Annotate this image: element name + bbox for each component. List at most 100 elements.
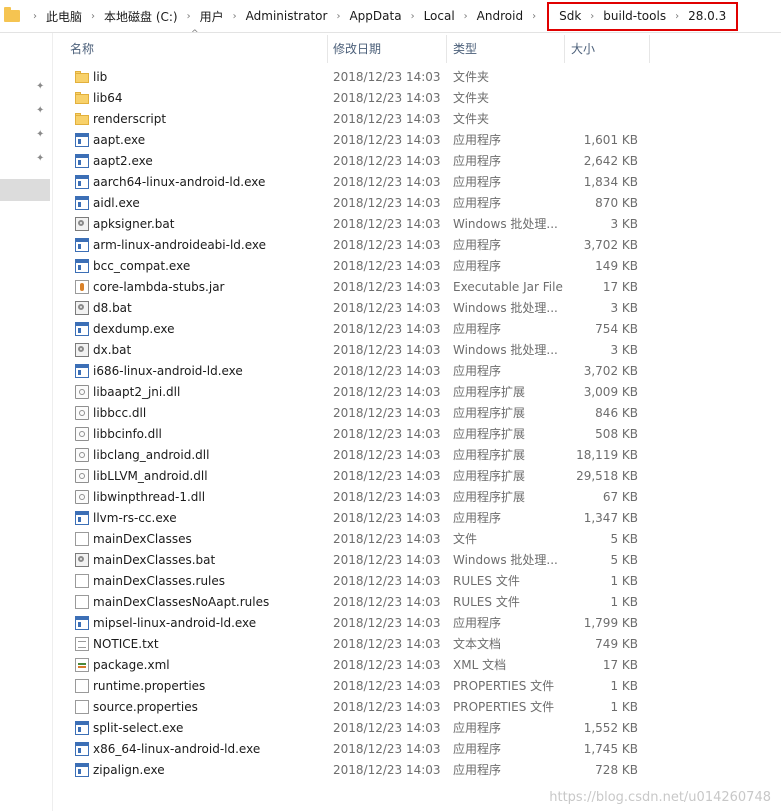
file-size: 1 KB: [610, 679, 638, 693]
file-row[interactable]: aapt.exe 2018/12/23 14:03 应用程序 1,601 KB: [53, 130, 781, 151]
breadcrumb-item[interactable]: Android: [477, 9, 523, 23]
chevron-right-icon[interactable]: ›: [402, 11, 424, 22]
column-type-header[interactable]: 类型: [447, 35, 565, 63]
chevron-right-icon[interactable]: ›: [666, 11, 688, 22]
file-row[interactable]: arm-linux-androideabi-ld.exe 2018/12/23 1…: [53, 235, 781, 256]
file-modified-date: 2018/12/23 14:03: [333, 742, 441, 756]
file-name: mipsel-linux-android-ld.exe: [93, 616, 257, 630]
chevron-right-icon[interactable]: ›: [224, 11, 246, 22]
breadcrumb-item[interactable]: build-tools: [603, 9, 666, 23]
file-size: 1,601 KB: [583, 133, 638, 147]
file-row[interactable]: NOTICE.txt 2018/12/23 14:03 文本文档 749 KB: [53, 634, 781, 655]
file-row[interactable]: libclang_android.dll 2018/12/23 14:03 应用程序…: [53, 445, 781, 466]
file-row[interactable]: mainDexClasses 2018/12/23 14:03 文件 5 KB: [53, 529, 781, 550]
file-row[interactable]: libwinpthread-1.dll 2018/12/23 14:03 应用程序扩…: [53, 487, 781, 508]
file-row[interactable]: mipsel-linux-android-ld.exe 2018/12/23 14…: [53, 613, 781, 634]
file-size: 5 KB: [610, 553, 638, 567]
file-row[interactable]: split-select.exe 2018/12/23 14:03 应用程序 1,55…: [53, 718, 781, 739]
file-type: 应用程序扩展: [453, 427, 526, 441]
breadcrumb-item[interactable]: Sdk: [551, 9, 581, 23]
folder-icon: [75, 112, 89, 126]
file-type: Executable Jar File: [453, 280, 563, 294]
file-type: 应用程序: [453, 196, 502, 210]
breadcrumb-item[interactable]: 28.0.3: [688, 9, 726, 23]
file-row[interactable]: i686-linux-android-ld.exe 2018/12/23 14:0…: [53, 361, 781, 382]
chevron-right-icon[interactable]: ›: [523, 11, 545, 22]
file-icon: [75, 595, 89, 609]
breadcrumb-item[interactable]: Local: [424, 9, 455, 23]
file-row[interactable]: runtime.properties 2018/12/23 14:03 PROPER…: [53, 676, 781, 697]
chevron-right-icon[interactable]: ›: [82, 11, 104, 22]
file-type: 应用程序: [453, 133, 502, 147]
breadcrumb-item[interactable]: 此电脑: [46, 8, 82, 25]
exe-icon: [75, 364, 89, 378]
breadcrumb-item[interactable]: Administrator: [246, 9, 328, 23]
column-date-header[interactable]: 修改日期: [327, 35, 447, 63]
file-modified-date: 2018/12/23 14:03: [333, 721, 441, 735]
file-icon: [75, 700, 89, 714]
file-size: 18,119 KB: [576, 448, 638, 462]
file-type: 应用程序扩展: [453, 469, 526, 483]
file-row[interactable]: mainDexClassesNoAapt.rules 2018/12/23 14:…: [53, 592, 781, 613]
file-size: 1,552 KB: [583, 721, 638, 735]
dll-icon: [75, 406, 89, 420]
file-row[interactable]: x86_64-linux-android-ld.exe 2018/12/23 14…: [53, 739, 781, 760]
file-row[interactable]: libbcc.dll 2018/12/23 14:03 应用程序扩展 846 KB: [53, 403, 781, 424]
file-name: libwinpthread-1.dll: [93, 490, 206, 504]
file-row[interactable]: lib 2018/12/23 14:03 文件夹: [53, 67, 781, 88]
chevron-right-icon[interactable]: ›: [178, 11, 200, 22]
file-row[interactable]: bcc_compat.exe 2018/12/23 14:03 应用程序 149 KB: [53, 256, 781, 277]
folder-icon: [75, 70, 89, 84]
xml-icon: [75, 658, 89, 672]
pin-icon[interactable]: ✦: [36, 105, 44, 116]
breadcrumb-item[interactable]: AppData: [349, 9, 401, 23]
column-name-header[interactable]: 名称: [64, 35, 328, 63]
file-size: 1,347 KB: [583, 511, 638, 525]
file-size: 29,518 KB: [576, 469, 638, 483]
file-size: 2,642 KB: [583, 154, 638, 168]
file-row[interactable]: lib64 2018/12/23 14:03 文件夹: [53, 88, 781, 109]
file-row[interactable]: core-lambda-stubs.jar 2018/12/23 14:03 Exe…: [53, 277, 781, 298]
exe-icon: [75, 154, 89, 168]
file-row[interactable]: aidl.exe 2018/12/23 14:03 应用程序 870 KB: [53, 193, 781, 214]
pin-icon[interactable]: ✦: [36, 153, 44, 164]
file-name: dexdump.exe: [93, 322, 175, 336]
address-bar[interactable]: › 此电脑 › 本地磁盘 (C:) › 用户 › Administrator › AppData ›…: [0, 0, 781, 33]
file-size: 17 KB: [602, 658, 638, 672]
chevron-right-icon[interactable]: ›: [24, 11, 46, 22]
file-row[interactable]: source.properties 2018/12/23 14:03 PROPERT…: [53, 697, 781, 718]
selected-nav-item[interactable]: [0, 179, 50, 201]
breadcrumb-item[interactable]: 本地磁盘 (C:): [104, 8, 178, 25]
file-type: 文件夹: [453, 70, 490, 84]
file-row[interactable]: aarch64-linux-android-ld.exe 2018/12/23 1…: [53, 172, 781, 193]
file-row[interactable]: mainDexClasses.rules 2018/12/23 14:03 RULE…: [53, 571, 781, 592]
column-size-header[interactable]: 大小: [565, 35, 650, 63]
file-row[interactable]: libaapt2_jni.dll 2018/12/23 14:03 应用程序扩展 3,…: [53, 382, 781, 403]
file-row[interactable]: apksigner.bat 2018/12/23 14:03 Windows 批处理…: [53, 214, 781, 235]
file-row[interactable]: libLLVM_android.dll 2018/12/23 14:03 应用程序扩…: [53, 466, 781, 487]
file-row[interactable]: d8.bat 2018/12/23 14:03 Windows 批处理... 3 KB: [53, 298, 781, 319]
watermark-text: https://blog.csdn.net/u014260748: [549, 790, 771, 805]
txt-icon: [75, 637, 89, 651]
file-row[interactable]: renderscript 2018/12/23 14:03 文件夹: [53, 109, 781, 130]
exe-icon: [75, 175, 89, 189]
file-row[interactable]: llvm-rs-cc.exe 2018/12/23 14:03 应用程序 1,347 …: [53, 508, 781, 529]
chevron-right-icon[interactable]: ›: [327, 11, 349, 22]
pin-icon[interactable]: ✦: [36, 129, 44, 140]
file-size: 754 KB: [595, 322, 638, 336]
file-row[interactable]: aapt2.exe 2018/12/23 14:03 应用程序 2,642 KB: [53, 151, 781, 172]
file-size: 1 KB: [610, 574, 638, 588]
file-row[interactable]: libbcinfo.dll 2018/12/23 14:03 应用程序扩展 508 K…: [53, 424, 781, 445]
file-row[interactable]: zipalign.exe 2018/12/23 14:03 应用程序 728 KB: [53, 760, 781, 781]
chevron-right-icon[interactable]: ›: [455, 11, 477, 22]
file-modified-date: 2018/12/23 14:03: [333, 343, 441, 357]
file-row[interactable]: package.xml 2018/12/23 14:03 XML 文档 17 KB: [53, 655, 781, 676]
pin-icon[interactable]: ✦: [36, 81, 44, 92]
file-name: aarch64-linux-android-ld.exe: [93, 175, 266, 189]
file-icon: [75, 574, 89, 588]
breadcrumb-item[interactable]: 用户: [200, 8, 224, 25]
file-row[interactable]: dx.bat 2018/12/23 14:03 Windows 批处理... 3 KB: [53, 340, 781, 361]
file-row[interactable]: mainDexClasses.bat 2018/12/23 14:03 Window…: [53, 550, 781, 571]
file-row[interactable]: dexdump.exe 2018/12/23 14:03 应用程序 754 KB: [53, 319, 781, 340]
chevron-right-icon[interactable]: ›: [581, 11, 603, 22]
